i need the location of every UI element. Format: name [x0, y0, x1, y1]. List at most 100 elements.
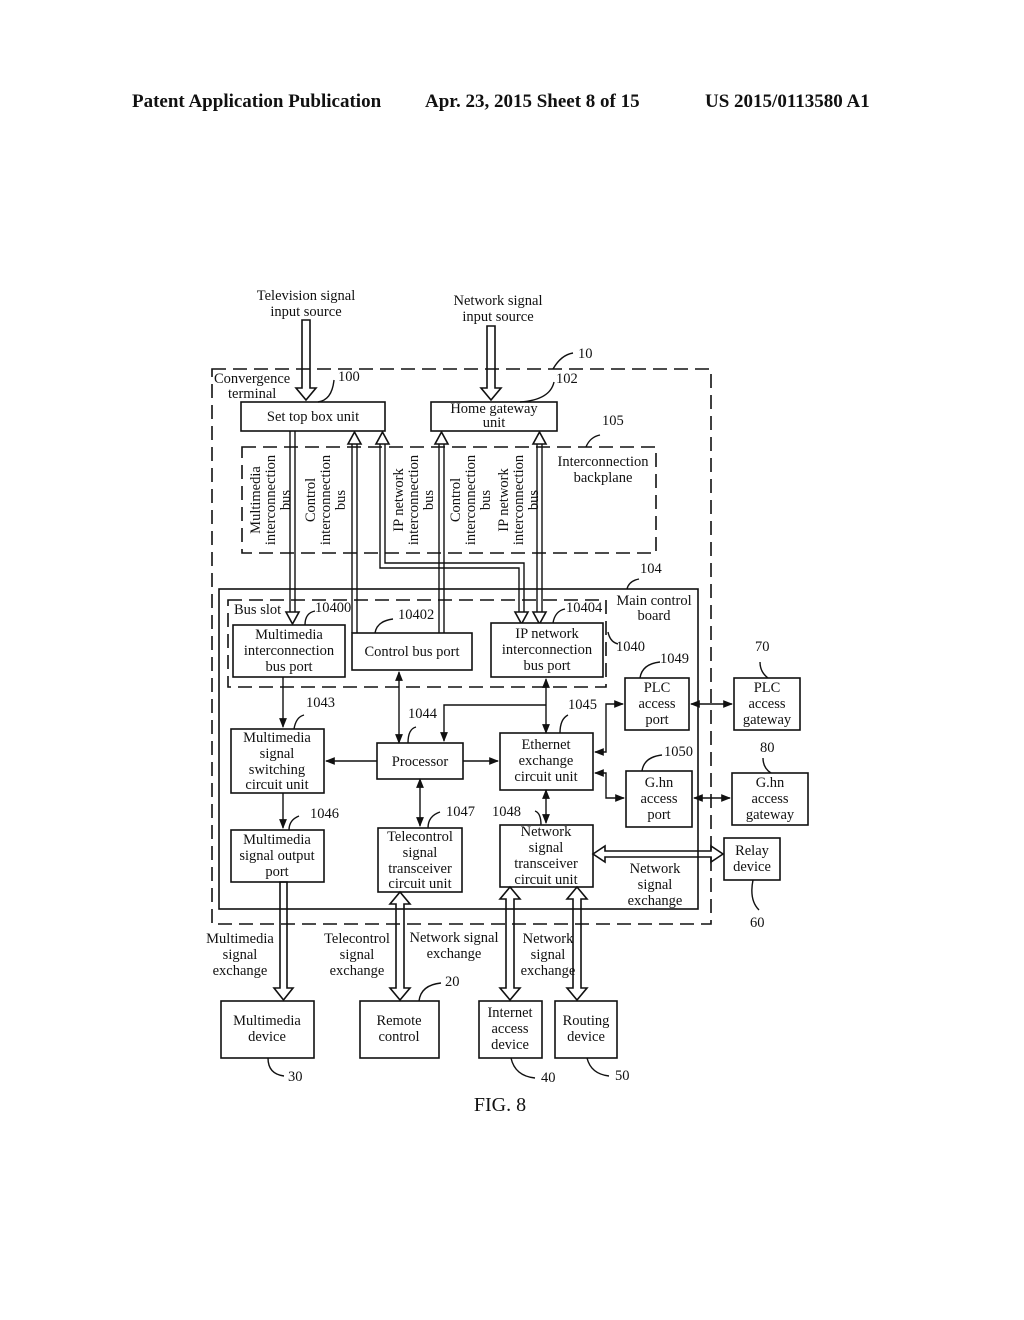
- figure-caption: FIG. 8: [474, 1094, 526, 1116]
- ref-1040: 1040: [616, 639, 645, 655]
- svg-text:bus: bus: [333, 490, 349, 511]
- svg-text:terminal: terminal: [228, 386, 276, 402]
- ref-1048: 1048: [492, 804, 521, 820]
- svg-text:Control: Control: [303, 478, 319, 522]
- mm-port-label: bus port: [265, 659, 312, 675]
- svg-text:device: device: [248, 1029, 286, 1045]
- mm-port-label: Multimedia: [255, 627, 323, 643]
- ref-30: 30: [288, 1069, 303, 1085]
- svg-text:access: access: [640, 791, 677, 807]
- svg-text:Telecontrol: Telecontrol: [324, 931, 390, 947]
- svg-text:signal: signal: [638, 877, 673, 893]
- header-publication: Patent Application Publication: [132, 91, 382, 112]
- ref-leader: [293, 714, 305, 730]
- svg-text:port: port: [647, 807, 670, 823]
- bus-label-multimedia: Multimedia interconnection bus: [248, 454, 294, 545]
- svg-text:Television signal: Television signal: [257, 288, 355, 304]
- telecontrol-exchange-label: Telecontrol signal exchange: [324, 931, 390, 979]
- ref-leader: [751, 879, 760, 911]
- svg-text:Network: Network: [521, 824, 572, 840]
- svg-text:switching: switching: [249, 762, 305, 778]
- svg-text:control: control: [378, 1029, 419, 1045]
- svg-text:Control: Control: [448, 478, 464, 522]
- svg-text:Network signal: Network signal: [410, 930, 499, 946]
- ref-leader: [288, 815, 300, 831]
- svg-text:signal: signal: [260, 746, 295, 762]
- backplane-label: Interconnection backplane: [558, 454, 650, 486]
- ref-70: 70: [755, 639, 770, 655]
- ref-104: 104: [640, 561, 663, 577]
- ref-leader: [267, 1057, 285, 1077]
- svg-text:IP network: IP network: [391, 468, 407, 532]
- ref-leader: [374, 618, 394, 634]
- svg-text:port: port: [265, 864, 288, 880]
- svg-text:access: access: [491, 1021, 528, 1037]
- svg-text:device: device: [491, 1037, 529, 1053]
- svg-text:G.hn: G.hn: [645, 775, 674, 791]
- ref-leader: [552, 352, 574, 370]
- svg-text:IP network: IP network: [496, 468, 512, 532]
- svg-text:Network signal: Network signal: [454, 293, 543, 309]
- ref-1049: 1049: [660, 651, 689, 667]
- ref-leader: [317, 379, 335, 403]
- mm-port-label: interconnection: [244, 643, 335, 659]
- bus-label-ip-2: IP network interconnection bus: [496, 454, 542, 545]
- ref-leader: [534, 810, 542, 826]
- svg-text:backplane: backplane: [574, 470, 633, 486]
- svg-text:circuit unit: circuit unit: [514, 769, 577, 785]
- svg-text:gateway: gateway: [746, 807, 795, 823]
- ref-105: 105: [602, 413, 624, 429]
- svg-text:PLC: PLC: [754, 680, 781, 696]
- svg-text:Network: Network: [523, 931, 574, 947]
- set-top-box-label: Set top box unit: [267, 409, 359, 425]
- svg-text:interconnection: interconnection: [318, 454, 334, 545]
- ref-leader: [762, 757, 772, 774]
- svg-text:input source: input source: [462, 309, 533, 325]
- ref-10: 10: [578, 346, 593, 362]
- ref-leader: [759, 661, 769, 679]
- svg-text:Interconnection: Interconnection: [558, 454, 650, 470]
- ref-leader: [427, 811, 441, 829]
- ref-leader: [519, 381, 555, 403]
- ip-port-label: IP network: [515, 626, 579, 642]
- tv-input-label: Television signal input source: [257, 288, 355, 320]
- bus-slot-label: Bus slot: [234, 602, 281, 618]
- ref-leader: [304, 610, 316, 626]
- relay-link-label: Network signal exchange: [628, 861, 683, 909]
- tv-input-arrow: [294, 319, 318, 402]
- ref-100: 100: [338, 369, 360, 385]
- svg-text:Internet: Internet: [487, 1005, 532, 1021]
- svg-text:bus: bus: [421, 490, 437, 511]
- ref-leader: [586, 1057, 610, 1077]
- ref-80: 80: [760, 740, 775, 756]
- svg-text:Convergence: Convergence: [214, 371, 290, 387]
- relay-label: Relay device: [733, 843, 771, 875]
- bus-label-control-2: Control interconnection bus: [448, 454, 494, 545]
- header-date-sheet: Apr. 23, 2015 Sheet 8 of 15: [425, 91, 640, 112]
- ref-102: 102: [556, 371, 578, 387]
- svg-text:Multimedia: Multimedia: [233, 1013, 301, 1029]
- svg-text:Routing: Routing: [563, 1013, 610, 1029]
- main-board-label: Main control board: [616, 593, 691, 624]
- svg-text:interconnection: interconnection: [511, 454, 527, 545]
- svg-text:circuit unit: circuit unit: [514, 872, 577, 888]
- svg-text:transceiver: transceiver: [388, 861, 452, 877]
- internet-access-label: Internet access device: [487, 1005, 532, 1053]
- svg-text:Relay: Relay: [735, 843, 770, 859]
- svg-text:access: access: [751, 791, 788, 807]
- ref-1047: 1047: [446, 804, 475, 820]
- ref-leader: [585, 434, 601, 448]
- svg-text:device: device: [733, 859, 771, 875]
- patent-figure: Patent Application Publication Apr. 23, …: [132, 91, 870, 1116]
- convergence-terminal-label: Convergence terminal: [214, 371, 290, 402]
- ref-10402: 10402: [398, 607, 434, 623]
- home-gateway-label-2: unit: [483, 415, 506, 431]
- ref-leader: [626, 578, 640, 590]
- svg-text:exchange: exchange: [521, 963, 576, 979]
- svg-text:circuit unit: circuit unit: [388, 876, 451, 892]
- ref-leader: [407, 726, 417, 744]
- network-transceiver-label: Network signal transceiver circuit unit: [514, 824, 578, 888]
- bus-label-control-1: Control interconnection bus: [303, 454, 349, 545]
- ref-1050: 1050: [664, 744, 693, 760]
- svg-text:gateway: gateway: [743, 712, 792, 728]
